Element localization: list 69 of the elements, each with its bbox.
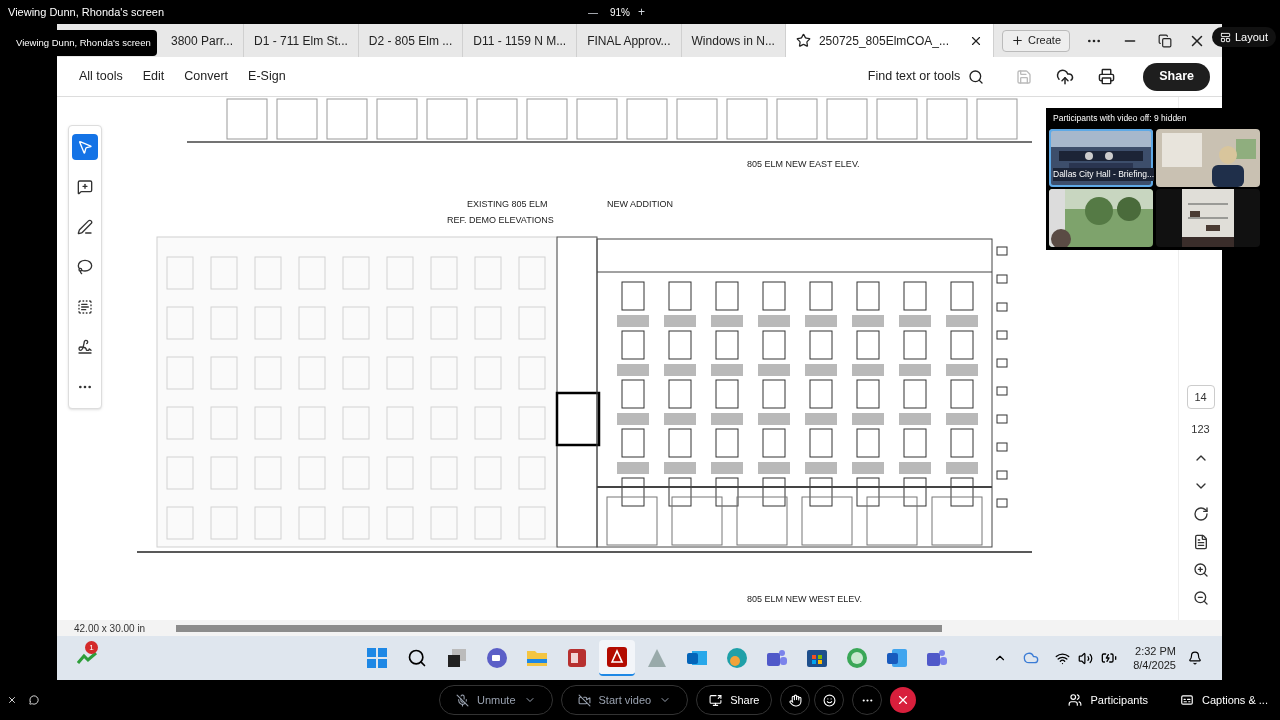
menu-item[interactable]: Convert	[174, 67, 239, 86]
layout-button[interactable]: Layout	[1212, 27, 1277, 47]
page-number-field[interactable]: 14	[1186, 385, 1215, 409]
document-icon[interactable]	[1192, 533, 1209, 550]
menu-item[interactable]: All tools	[69, 67, 133, 86]
horizontal-scrollbar[interactable]	[176, 624, 942, 632]
drawing-label: 805 ELM NEW EAST ELEV.	[747, 159, 860, 169]
zoom-out-icon[interactable]	[1192, 589, 1209, 606]
panel-title: Participants with video off: 9 hidden	[1052, 112, 1188, 125]
print-icon[interactable]	[1098, 68, 1116, 85]
video-off-icon	[577, 693, 591, 707]
menu-item[interactable]: E-Sign	[238, 67, 296, 86]
drawing-label: EXISTING 805 ELM	[467, 199, 548, 209]
volume-icon[interactable]	[1078, 650, 1094, 666]
browser-tab[interactable]: Windows in N...	[681, 24, 786, 57]
browser-tab[interactable]: 3800 Parr...	[161, 24, 245, 57]
share-button[interactable]: Share	[1143, 62, 1210, 91]
plus-icon	[1011, 34, 1024, 47]
layout-icon	[1220, 31, 1231, 43]
browser-tab[interactable]: FINAL Approv...	[577, 24, 682, 57]
drawing-label: 805 ELM NEW WEST ELEV.	[747, 594, 863, 604]
participants-button[interactable]: Participants	[1068, 691, 1148, 709]
comment-icon	[77, 179, 93, 195]
leave-button[interactable]	[890, 687, 917, 713]
cloud-icon[interactable]	[1023, 650, 1040, 666]
browser-tab[interactable]: D1 - 711 Elm St...	[244, 24, 359, 57]
chat-icon[interactable]	[29, 695, 39, 705]
zoom-in-button[interactable]: +	[638, 3, 646, 21]
browser-tab[interactable]: D2 - 805 Elm ...	[358, 24, 464, 57]
page-size: 42.00 x 30.00 in	[73, 621, 147, 636]
captions-button[interactable]: Captions & ...	[1179, 691, 1268, 709]
notification-badge: 1	[85, 641, 98, 654]
pen-icon	[77, 219, 93, 235]
muted-microphone-icon	[456, 693, 469, 707]
rotate-icon[interactable]	[1192, 505, 1209, 522]
lasso-icon	[77, 259, 93, 275]
close-icon[interactable]	[7, 695, 17, 705]
acrobat-taskbar-icon[interactable]	[599, 640, 635, 676]
search-icon	[968, 68, 985, 85]
sharing-title: Viewing Dunn, Rhonda's screen	[8, 4, 165, 20]
zoom-level: 91%	[610, 5, 630, 20]
browser-tab[interactable]: 250725_805ElmCOA_...	[785, 24, 994, 57]
drawing-label: NEW ADDITION	[607, 199, 673, 209]
create-button[interactable]: Create	[1002, 29, 1071, 52]
tile-caption: Dallas City Hall - Briefing...	[1053, 168, 1155, 181]
text-icon	[77, 299, 93, 315]
upload-icon[interactable]	[1056, 67, 1075, 86]
drawing-label: REF. DEMO ELEVATIONS	[447, 215, 554, 225]
sign-icon	[77, 339, 93, 355]
wifi-icon[interactable]	[1055, 650, 1071, 666]
battery-icon[interactable]	[1101, 650, 1118, 666]
zoom-in-icon[interactable]	[1192, 561, 1209, 578]
select-tool-button[interactable]	[72, 134, 98, 160]
clock[interactable]: 2:32 PM 8/4/2025	[1133, 644, 1176, 672]
stocks-icon[interactable]	[77, 651, 99, 665]
hand-icon	[789, 693, 802, 707]
share-screen-icon	[709, 693, 723, 707]
page-count: 123	[1191, 422, 1210, 437]
menu-item[interactable]: Edit	[132, 67, 175, 86]
browser-tab[interactable]: D11 - 1159 N M...	[463, 24, 578, 57]
search-tools-button[interactable]: Find text or tools	[867, 67, 985, 86]
people-icon	[1068, 693, 1083, 707]
restore-icon[interactable]	[1158, 33, 1173, 48]
zoom-out-button[interactable]: —	[588, 4, 598, 20]
smiley-icon	[823, 693, 836, 707]
captions-icon	[1179, 693, 1194, 707]
select-icon	[77, 139, 93, 155]
notification-icon[interactable]	[1188, 651, 1202, 665]
star-icon[interactable]	[795, 33, 811, 48]
